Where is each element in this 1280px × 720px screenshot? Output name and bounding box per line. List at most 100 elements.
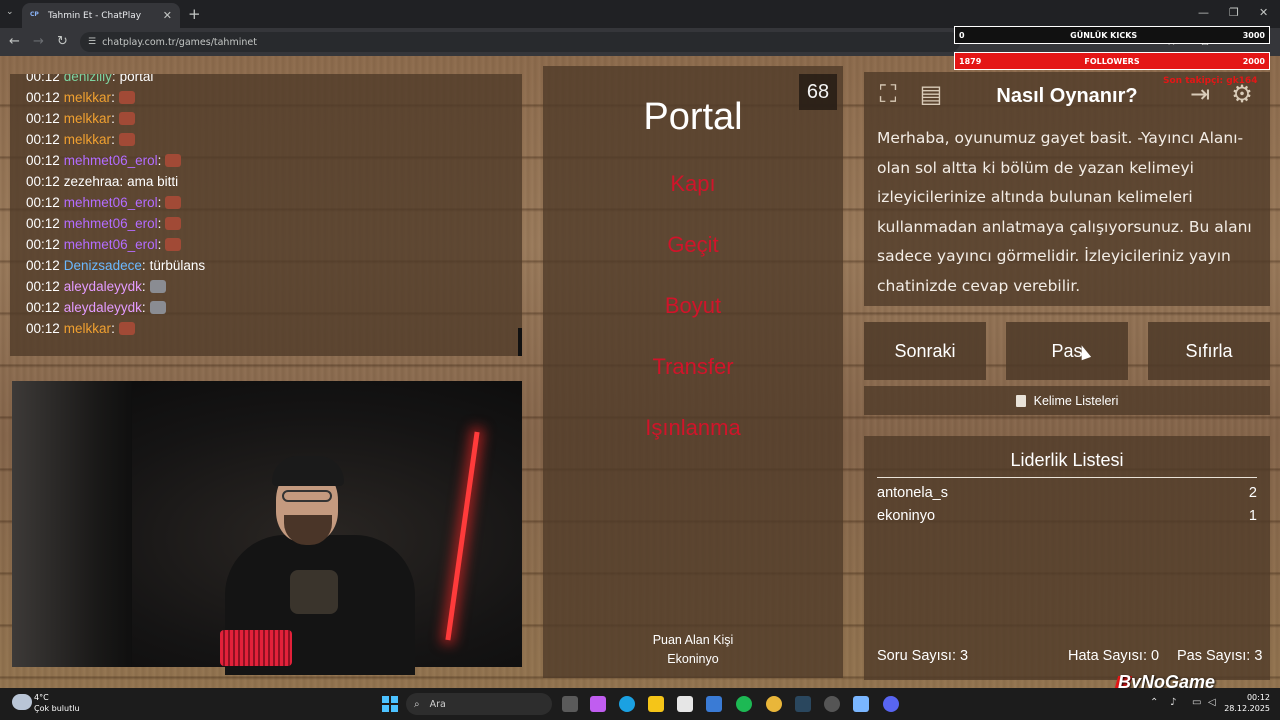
tab-close-icon[interactable]: ✕ [163, 9, 172, 22]
chat-username[interactable]: melkkar [64, 132, 111, 147]
store-icon[interactable] [677, 696, 693, 712]
forward-icon[interactable]: → [33, 34, 44, 49]
chat-timestamp: 00:12 [26, 174, 60, 189]
chat-username[interactable]: mehmet06_erol [64, 237, 158, 252]
chat-emote-icon [165, 196, 182, 209]
leaderboard-score: 2 [1248, 485, 1257, 501]
windows-start-icon[interactable] [382, 696, 398, 712]
chat-message: 00:12 aleydaleyydk: [26, 276, 522, 297]
fullscreen-icon[interactable]: ⛶ [872, 78, 904, 110]
shirt-print-shape [290, 570, 338, 614]
chat-username[interactable]: aleydaleyydk [64, 300, 142, 315]
leaderboard-title: Liderlik Listesi [877, 450, 1257, 478]
chat-username[interactable]: mehmet06_erol [64, 153, 158, 168]
url-field[interactable]: ☰ chatplay.com.tr/games/tahminet [80, 32, 960, 52]
weather-temperature[interactable]: 4°C [34, 693, 49, 702]
followers-current: 1879 [959, 56, 982, 66]
obs-icon[interactable] [824, 696, 840, 712]
chat-emote-icon [149, 301, 166, 314]
chat-separator: : [111, 321, 115, 336]
how-to-play-panel: ⛶ ▤ Nasıl Oynanır? ⇥ ⚙ Merhaba, oyunumuz… [864, 72, 1270, 306]
reset-button[interactable]: Sıfırla [1148, 322, 1270, 380]
tab-search-chevron-icon[interactable]: ⌄ [6, 7, 14, 17]
copilot-icon[interactable] [590, 696, 606, 712]
leaderboard-row: antonela_s 2 [877, 485, 1257, 501]
chat-username[interactable]: zezehraa [64, 174, 120, 189]
back-icon[interactable]: ← [9, 34, 20, 49]
pass-button[interactable]: Pas [1006, 322, 1128, 380]
chat-emote-icon [165, 154, 182, 167]
chat-timestamp: 00:12 [26, 300, 60, 315]
chat-message: 00:12 Denizsadece: türbülans [26, 255, 522, 276]
curtain-shape [12, 381, 132, 667]
chat-separator: : [141, 300, 146, 315]
led-light-shape [445, 431, 480, 641]
chat-separator: : [141, 258, 146, 273]
task-view-icon[interactable] [562, 696, 578, 712]
weather-description[interactable]: Çok bulutlu [34, 704, 80, 713]
browser-tab[interactable]: CP Tahmin Et - ChatPlay ✕ [22, 3, 180, 28]
chat-separator: : [111, 74, 116, 84]
chat-username[interactable]: denizlily [64, 74, 112, 84]
steam-icon[interactable] [795, 696, 811, 712]
document-icon [1015, 394, 1026, 407]
chat-message: 00:12 mehmet06_erol: [26, 213, 522, 234]
restore-icon[interactable]: ❐ [1229, 6, 1239, 19]
site-info-icon[interactable]: ☰ [88, 37, 96, 47]
chat-separator: : [157, 195, 162, 210]
next-button[interactable]: Sonraki [864, 322, 986, 380]
new-tab-icon[interactable]: + [188, 5, 201, 23]
network-icon[interactable]: ▭ [1192, 697, 1201, 708]
minimize-icon[interactable]: — [1198, 6, 1209, 19]
mail-icon[interactable] [706, 696, 722, 712]
forbidden-word: Geçit [667, 232, 719, 257]
edge-icon[interactable] [619, 696, 635, 712]
clock-date[interactable]: 28.12.2025 [1222, 704, 1270, 713]
leaderboard-panel: Liderlik Listesi antonela_s 2 ekoninyo 1… [864, 436, 1270, 680]
microphone-shape [220, 630, 292, 666]
clock-time[interactable]: 00:12 [1240, 693, 1270, 702]
taskbar-search[interactable]: ⌕ Ara [406, 693, 552, 715]
chat-timestamp: 00:12 [26, 132, 60, 147]
followers-label: FOLLOWERS [1084, 56, 1140, 66]
cloud-icon[interactable] [12, 694, 32, 710]
chat-timestamp: 00:12 [26, 237, 60, 252]
error-count: Hata Sayısı: 0 [1068, 648, 1160, 664]
search-placeholder: Ara [429, 698, 446, 710]
tray-expand-icon[interactable]: ⌃ [1150, 697, 1158, 708]
chat-separator: : [157, 153, 162, 168]
chat-username[interactable]: mehmet06_erol [64, 216, 158, 231]
chat-timestamp: 00:12 [26, 216, 60, 231]
chat-separator: : [157, 216, 162, 231]
chrome-icon[interactable] [766, 696, 782, 712]
chat-username[interactable]: mehmet06_erol [64, 195, 158, 210]
word-lists-button[interactable]: Kelime Listeleri [864, 386, 1270, 415]
chat-timestamp: 00:12 [26, 195, 60, 210]
discord-icon[interactable] [883, 696, 899, 712]
search-icon: ⌕ [414, 698, 420, 710]
chat-username[interactable]: melkkar [64, 321, 111, 336]
windows-taskbar: 4°C Çok bulutlu ⌕ Ara ⌃ ♪ ▭ ◁ 00:12 28.1… [0, 688, 1280, 720]
volume-icon[interactable]: ◁ [1208, 697, 1216, 708]
reload-icon[interactable]: ↻ [57, 34, 68, 49]
chat-timestamp: 00:12 [26, 111, 60, 126]
chat-message: 00:12 aleydaleyydk: [26, 297, 522, 318]
glasses-shape [282, 490, 332, 502]
tab-title: Tahmin Et - ChatPlay [48, 10, 142, 21]
chat-message: 00:12 melkkar: [26, 108, 522, 129]
leaderboard-name: antonela_s [877, 485, 948, 501]
spotify-icon[interactable] [736, 696, 752, 712]
chat-timestamp: 00:12 [26, 153, 60, 168]
chat-scrollbar[interactable] [518, 328, 522, 356]
chat-username[interactable]: Denizsadece [64, 258, 142, 273]
microphone-icon[interactable]: ♪ [1170, 697, 1176, 708]
scorer-label: Puan Alan Kişi [652, 633, 734, 647]
file-explorer-icon[interactable] [648, 696, 664, 712]
chat-username[interactable]: aleydaleyydk [64, 279, 142, 294]
chat-separator: : [111, 90, 115, 105]
close-window-icon[interactable]: ✕ [1259, 6, 1268, 19]
chat-username[interactable]: melkkar [64, 111, 111, 126]
last-follower-note: Son takipçi: gk164 [1163, 76, 1258, 86]
app-icon[interactable] [853, 696, 869, 712]
chat-username[interactable]: melkkar [64, 90, 111, 105]
